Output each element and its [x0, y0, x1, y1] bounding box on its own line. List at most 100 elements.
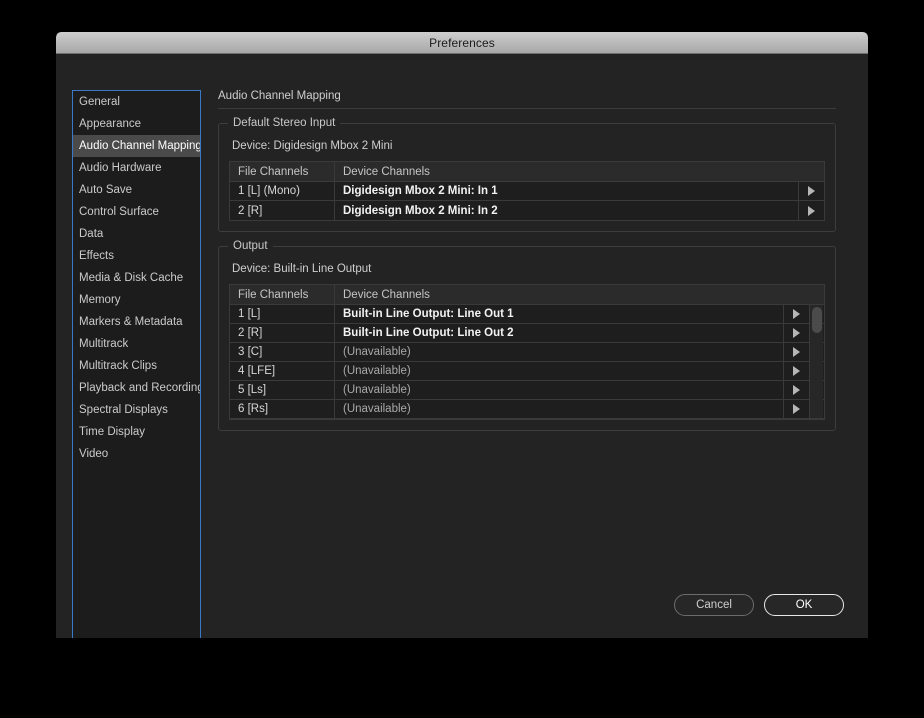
- sidebar-item-appearance[interactable]: Appearance: [73, 113, 200, 135]
- sidebar-item-label: Playback and Recording: [79, 382, 201, 394]
- row-dropdown-button[interactable]: [783, 400, 809, 418]
- sidebar-item-spectral-displays[interactable]: Spectral Displays: [73, 399, 200, 421]
- file-channel-cell: 1 [L] (Mono): [230, 182, 335, 200]
- sidebar-item-time-display[interactable]: Time Display: [73, 421, 200, 443]
- sidebar-item-audio-hardware[interactable]: Audio Hardware: [73, 157, 200, 179]
- sidebar-item-label: Video: [79, 448, 109, 460]
- row-dropdown-button[interactable]: [783, 324, 809, 342]
- table-row[interactable]: 3 [C] (Unavailable): [230, 343, 824, 362]
- row-dropdown-button[interactable]: [783, 381, 809, 399]
- device-channel-cell: Built-in Line Output: Line Out 2: [343, 327, 514, 339]
- sidebar-item-playback-and-recording[interactable]: Playback and Recording: [73, 377, 200, 399]
- ok-button[interactable]: OK: [764, 594, 844, 616]
- title-separator: [218, 108, 836, 109]
- column-header-file-channels: File Channels: [230, 162, 335, 181]
- table-row[interactable]: 2 [R] Digidesign Mbox 2 Mini: In 2: [230, 201, 824, 220]
- sidebar-item-markers-metadata[interactable]: Markers & Metadata: [73, 311, 200, 333]
- preferences-dialog: Preferences General Appearance Audio Chann…: [56, 32, 868, 638]
- sidebar-item-label: General: [79, 96, 120, 108]
- device-channel-cell: (Unavailable): [343, 346, 411, 358]
- triangle-right-icon: [808, 186, 815, 196]
- sidebar-item-general[interactable]: General: [73, 91, 200, 113]
- page-title: Audio Channel Mapping: [218, 90, 341, 102]
- row-dropdown-button[interactable]: [783, 362, 809, 380]
- file-channel-cell: 1 [L]: [230, 305, 335, 323]
- sidebar-item-label: Audio Hardware: [79, 162, 162, 174]
- dialog-footer: Cancel OK: [674, 594, 844, 616]
- preferences-category-list[interactable]: General Appearance Audio Channel Mapping Au…: [72, 90, 201, 638]
- group-legend: Output: [228, 240, 273, 252]
- device-channel-cell: Digidesign Mbox 2 Mini: In 1: [343, 185, 498, 197]
- row-dropdown-button[interactable]: [798, 201, 824, 220]
- table-row[interactable]: 4 [LFE] (Unavailable): [230, 362, 824, 381]
- table-row[interactable]: 2 [R] Built-in Line Output: Line Out 2: [230, 324, 824, 343]
- file-channel-cell: 2 [R]: [230, 201, 335, 220]
- sidebar-item-media-disk-cache[interactable]: Media & Disk Cache: [73, 267, 200, 289]
- sidebar-item-label: Multitrack: [79, 338, 129, 350]
- device-channel-cell: (Unavailable): [343, 384, 411, 396]
- group-container: Default Stereo Input Device: Digidesign M…: [218, 117, 836, 431]
- file-channel-cell: 2 [R]: [230, 324, 335, 342]
- device-channel-cell: Digidesign Mbox 2 Mini: In 2: [343, 204, 498, 217]
- table-row[interactable]: 1 [L] (Mono) Digidesign Mbox 2 Mini: In 1: [230, 182, 824, 201]
- dialog-body: General Appearance Audio Channel Mapping Au…: [56, 54, 868, 638]
- sidebar-item-label: Time Display: [79, 426, 146, 438]
- sidebar-item-label: Multitrack Clips: [79, 360, 157, 372]
- cancel-button[interactable]: Cancel: [674, 594, 754, 616]
- sidebar-item-label: Memory: [79, 294, 121, 306]
- group-legend: Default Stereo Input: [228, 117, 341, 129]
- sidebar-item-memory[interactable]: Memory: [73, 289, 200, 311]
- triangle-right-icon: [793, 328, 800, 338]
- sidebar-item-data[interactable]: Data: [73, 223, 200, 245]
- channel-mapping-table: File Channels Device Channels 1 [L] Built-i…: [229, 284, 825, 420]
- row-dropdown-button[interactable]: [783, 343, 809, 361]
- sidebar-item-effects[interactable]: Effects: [73, 245, 200, 267]
- sidebar-item-control-surface[interactable]: Control Surface: [73, 201, 200, 223]
- sidebar-item-label: Media & Disk Cache: [79, 272, 184, 284]
- sidebar-item-label: Spectral Displays: [79, 404, 168, 416]
- sidebar-item-auto-save[interactable]: Auto Save: [73, 179, 200, 201]
- device-channel-cell: Built-in Line Output: Line Out 1: [343, 308, 514, 320]
- column-header-device-channels: Device Channels: [343, 288, 430, 301]
- table-header-row: File Channels Device Channels: [230, 285, 824, 305]
- row-dropdown-button[interactable]: [798, 182, 824, 200]
- triangle-right-icon: [793, 404, 800, 414]
- sidebar-item-label: Data: [79, 228, 104, 240]
- sidebar-item-label: Audio Channel Mapping: [79, 140, 201, 152]
- scrollbar-thumb[interactable]: [812, 307, 822, 333]
- sidebar-item-multitrack[interactable]: Multitrack: [73, 333, 200, 355]
- group-box: Default Stereo Input Device: Digidesign M…: [218, 117, 836, 232]
- row-dropdown-button[interactable]: [783, 305, 809, 323]
- device-channel-cell: (Unavailable): [343, 403, 411, 415]
- channel-mapping-table: File Channels Device Channels 1 [L] (Mono)…: [229, 161, 825, 221]
- sidebar-item-label: Control Surface: [79, 206, 159, 218]
- table-vertical-scrollbar[interactable]: [809, 305, 823, 418]
- triangle-right-icon: [808, 205, 815, 216]
- dialog-titlebar: Preferences: [56, 32, 868, 54]
- sidebar-item-video[interactable]: Video: [73, 443, 200, 465]
- column-header-device-channels: Device Channels: [343, 165, 430, 178]
- file-channel-cell: 4 [LFE]: [230, 362, 335, 380]
- device-label: Device: Digidesign Mbox 2 Mini: [232, 140, 393, 152]
- file-channel-cell: 5 [Ls]: [230, 381, 335, 399]
- table-row[interactable]: 1 [L] Built-in Line Output: Line Out 1: [230, 305, 824, 324]
- table-row[interactable]: 5 [Ls] (Unavailable): [230, 381, 824, 400]
- sidebar-item-multitrack-clips[interactable]: Multitrack Clips: [73, 355, 200, 377]
- sidebar-item-label: Appearance: [79, 118, 142, 130]
- sidebar-item-audio-channel-mapping[interactable]: Audio Channel Mapping: [73, 135, 200, 157]
- group-box: Output Device: Built-in Line Output File C…: [218, 240, 836, 431]
- file-channel-cell: 6 [Rs]: [230, 400, 335, 418]
- table-row[interactable]: 6 [Rs] (Unavailable): [230, 400, 824, 419]
- sidebar-item-label: Auto Save: [79, 184, 133, 196]
- table-header-row: File Channels Device Channels: [230, 162, 824, 182]
- triangle-right-icon: [793, 366, 800, 376]
- dialog-title: Preferences: [429, 35, 495, 50]
- device-channel-cell: (Unavailable): [343, 365, 411, 377]
- file-channel-cell: 3 [C]: [230, 343, 335, 361]
- preferences-pane: Audio Channel Mapping Default Stereo Inp…: [218, 90, 836, 445]
- sidebar-item-label: Markers & Metadata: [79, 316, 183, 328]
- triangle-right-icon: [793, 385, 800, 395]
- triangle-right-icon: [793, 309, 800, 319]
- device-label: Device: Built-in Line Output: [232, 263, 372, 275]
- triangle-right-icon: [793, 347, 800, 357]
